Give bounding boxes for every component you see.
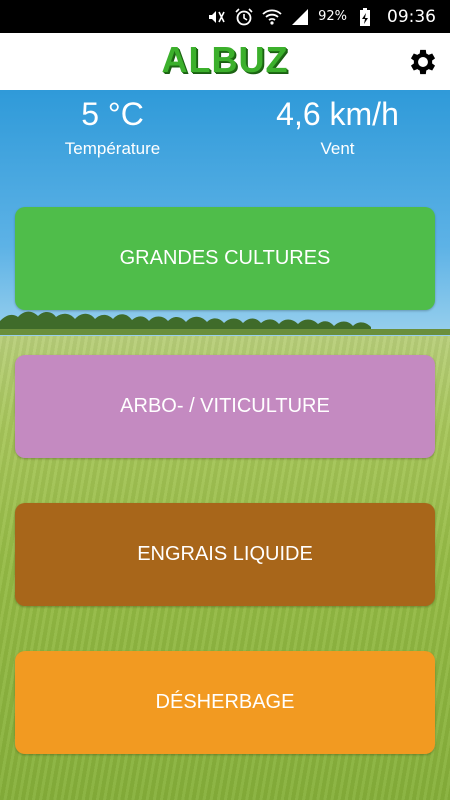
temperature-value: 5 °C <box>81 96 144 132</box>
status-bar: 92% 09:36 <box>0 0 450 33</box>
wind-value: 4,6 km/h <box>276 96 399 132</box>
app-logo: ALBUZ <box>161 39 289 80</box>
app-header: ALBUZ <box>0 33 450 90</box>
engrais-liquide-button[interactable]: ENGRAIS LIQUIDE <box>15 503 435 606</box>
gear-icon[interactable] <box>406 45 440 79</box>
mute-icon <box>209 10 225 23</box>
desherbage-button[interactable]: DÉSHERBAGE <box>15 651 435 754</box>
arbo-viticulture-button[interactable]: ARBO- / VITICULTURE <box>15 355 435 458</box>
battery-percent: 92% <box>318 9 347 24</box>
grandes-cultures-button[interactable]: GRANDES CULTURES <box>15 207 435 310</box>
temperature-label: Température <box>64 139 161 158</box>
battery-charging-icon <box>360 7 370 26</box>
wifi-icon <box>262 9 282 25</box>
alarm-icon <box>235 7 253 25</box>
signal-icon <box>292 8 309 25</box>
clock: 09:36 <box>387 6 436 27</box>
wind-block: 4,6 km/h Vent <box>225 92 450 162</box>
weather-panel: 5 °C Température 4,6 km/h Vent <box>0 92 450 172</box>
wind-label: Vent <box>320 139 355 158</box>
temperature-block: 5 °C Température <box>0 92 225 162</box>
tree-line <box>0 311 450 335</box>
